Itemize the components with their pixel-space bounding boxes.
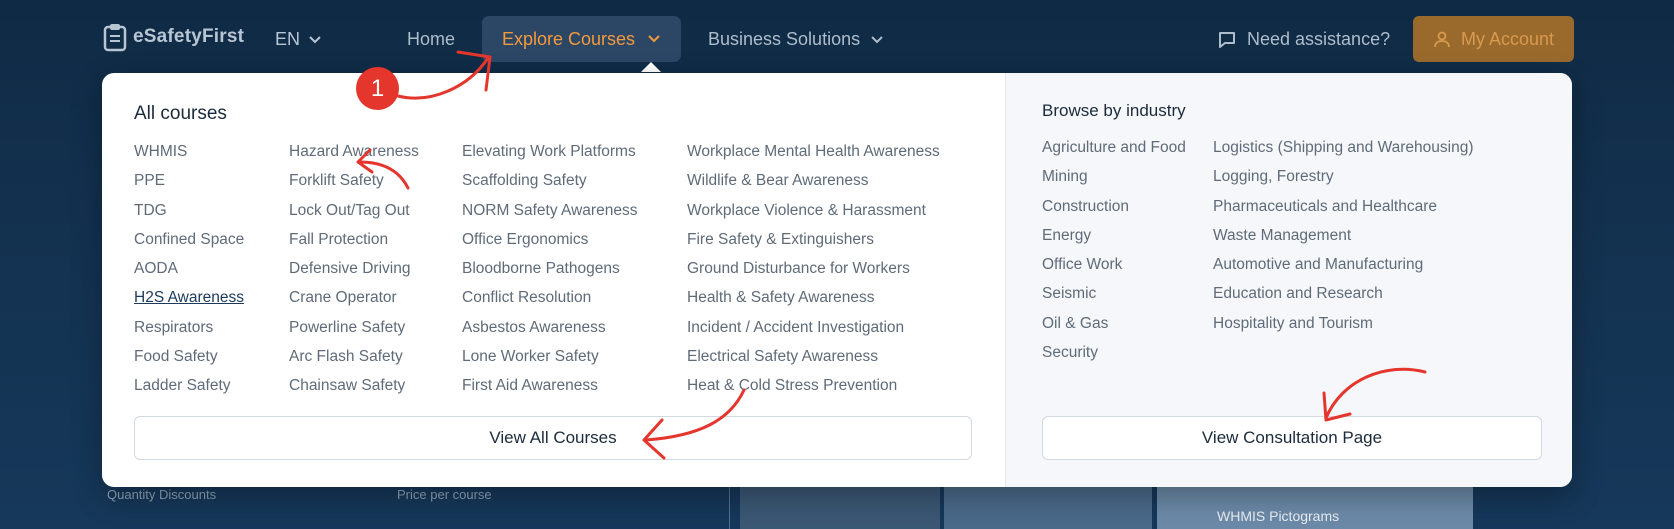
- course-link[interactable]: Crane Operator: [289, 283, 419, 312]
- industry-link[interactable]: Education and Research: [1213, 279, 1474, 308]
- course-link[interactable]: Lone Worker Safety: [462, 342, 637, 371]
- browse-by-industry-title: Browse by industry: [1042, 101, 1186, 120]
- industry-link[interactable]: Logistics (Shipping and Warehousing): [1213, 133, 1474, 162]
- bg-card-2: [944, 480, 1152, 529]
- help-label: Need assistance?: [1247, 29, 1391, 49]
- course-link[interactable]: Arc Flash Safety: [289, 342, 419, 371]
- course-link[interactable]: Conflict Resolution: [462, 283, 637, 312]
- course-link[interactable]: Elevating Work Platforms: [462, 137, 637, 166]
- courses-dropdown: All courses WHMIS PPE TDG Confined Space…: [102, 73, 1572, 487]
- industry-column-1: Agriculture and Food Mining Construction…: [1042, 133, 1186, 367]
- view-consultation-button[interactable]: View Consultation Page: [1042, 416, 1542, 460]
- course-link[interactable]: Food Safety: [134, 342, 244, 371]
- nav-explore-courses[interactable]: Explore Courses: [482, 16, 681, 62]
- language-select[interactable]: EN: [275, 29, 322, 50]
- course-link[interactable]: Asbestos Awareness: [462, 313, 637, 342]
- bg-quantity-discounts-label: Quantity Discounts: [107, 487, 217, 502]
- course-link[interactable]: Fall Protection: [289, 225, 419, 254]
- bg-whmis-pictograms-label: WHMIS Pictograms: [1217, 508, 1340, 524]
- industry-link[interactable]: Hospitality and Tourism: [1213, 309, 1474, 338]
- course-link-hovered[interactable]: H2S Awareness: [134, 283, 244, 312]
- course-column-2: Hazard Awareness Forklift Safety Lock Ou…: [289, 137, 419, 401]
- course-link[interactable]: Fire Safety & Extinguishers: [687, 225, 940, 254]
- course-link[interactable]: WHMIS: [134, 137, 244, 166]
- nav-home[interactable]: Home: [407, 29, 455, 50]
- course-link[interactable]: Scaffolding Safety: [462, 166, 637, 195]
- course-link[interactable]: Health & Safety Awareness: [687, 283, 940, 312]
- language-label: EN: [275, 29, 301, 49]
- nav-business-solutions[interactable]: Business Solutions: [708, 29, 884, 50]
- my-account-button[interactable]: My Account: [1413, 16, 1574, 62]
- course-link[interactable]: Workplace Mental Health Awareness: [687, 137, 940, 166]
- course-link[interactable]: Ladder Safety: [134, 371, 244, 400]
- nav-home-label: Home: [407, 29, 456, 49]
- course-link[interactable]: Heat & Cold Stress Prevention: [687, 371, 940, 400]
- bg-price-per-course-label: Price per course: [397, 487, 492, 502]
- course-link[interactable]: Forklift Safety: [289, 166, 419, 195]
- nav-explore-label: Explore Courses: [501, 28, 636, 49]
- dropdown-pointer: [641, 62, 661, 72]
- need-assistance-link[interactable]: Need assistance?: [1217, 29, 1390, 50]
- bg-divider: [729, 480, 730, 529]
- course-link[interactable]: Confined Space: [134, 225, 244, 254]
- industry-link[interactable]: Agriculture and Food: [1042, 133, 1186, 162]
- industry-link[interactable]: Pharmaceuticals and Healthcare: [1213, 192, 1474, 221]
- industry-link[interactable]: Security: [1042, 338, 1186, 367]
- course-link[interactable]: Defensive Driving: [289, 254, 419, 283]
- course-column-3: Elevating Work Platforms Scaffolding Saf…: [462, 137, 637, 401]
- course-column-1: WHMIS PPE TDG Confined Space AODA H2S Aw…: [134, 137, 244, 401]
- chevron-down-icon: [871, 35, 883, 43]
- course-link[interactable]: Lock Out/Tag Out: [289, 196, 419, 225]
- course-link[interactable]: Chainsaw Safety: [289, 371, 419, 400]
- course-link[interactable]: First Aid Awareness: [462, 371, 637, 400]
- course-link[interactable]: PPE: [134, 166, 244, 195]
- course-link[interactable]: Electrical Safety Awareness: [687, 342, 940, 371]
- logo[interactable]: eSafetyFirst: [103, 22, 244, 52]
- industry-link[interactable]: Oil & Gas: [1042, 309, 1186, 338]
- all-courses-title: All courses: [134, 103, 227, 124]
- step-number-badge: 1: [356, 67, 399, 110]
- industry-column-2: Logistics (Shipping and Warehousing) Log…: [1213, 133, 1474, 338]
- chevron-down-icon: [309, 35, 321, 43]
- course-link[interactable]: Incident / Accident Investigation: [687, 313, 940, 342]
- course-link[interactable]: Respirators: [134, 313, 244, 342]
- industry-link[interactable]: Automotive and Manufacturing: [1213, 250, 1474, 279]
- industry-link[interactable]: Logging, Forestry: [1213, 162, 1474, 191]
- course-link[interactable]: TDG: [134, 196, 244, 225]
- course-link[interactable]: Hazard Awareness: [289, 137, 419, 166]
- course-column-4: Workplace Mental Health Awareness Wildli…: [687, 137, 940, 401]
- course-link[interactable]: Powerline Safety: [289, 313, 419, 342]
- industry-link[interactable]: Construction: [1042, 192, 1186, 221]
- view-all-courses-button[interactable]: View All Courses: [134, 416, 972, 460]
- course-link[interactable]: AODA: [134, 254, 244, 283]
- nav-business-label: Business Solutions: [708, 29, 861, 49]
- chat-bubble-icon: [1219, 31, 1235, 48]
- clipboard-logo-icon: [103, 24, 127, 52]
- user-icon: [1434, 31, 1450, 48]
- bg-card-1: [740, 480, 940, 529]
- industry-link[interactable]: Seismic: [1042, 279, 1186, 308]
- industry-link[interactable]: Waste Management: [1213, 221, 1474, 250]
- account-label: My Account: [1460, 28, 1555, 49]
- industry-link[interactable]: Energy: [1042, 221, 1186, 250]
- course-link[interactable]: Ground Disturbance for Workers: [687, 254, 940, 283]
- course-link[interactable]: Office Ergonomics: [462, 225, 637, 254]
- course-link[interactable]: NORM Safety Awareness: [462, 196, 637, 225]
- course-link[interactable]: Wildlife & Bear Awareness: [687, 166, 940, 195]
- top-nav: eSafetyFirst EN Home Explore Courses Bus…: [0, 0, 1674, 80]
- course-link[interactable]: Workplace Violence & Harassment: [687, 196, 940, 225]
- chevron-down-icon: [648, 35, 660, 43]
- logo-text: eSafetyFirst: [133, 26, 245, 47]
- industry-link[interactable]: Mining: [1042, 162, 1186, 191]
- industry-link[interactable]: Office Work: [1042, 250, 1186, 279]
- course-link[interactable]: Bloodborne Pathogens: [462, 254, 637, 283]
- industry-panel: Browse by industry Agriculture and Food …: [1005, 73, 1572, 487]
